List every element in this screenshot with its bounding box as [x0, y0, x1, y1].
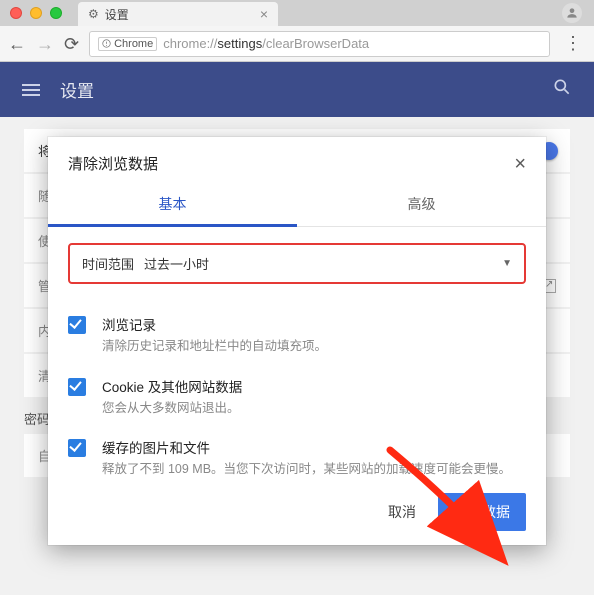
menu-icon[interactable] — [22, 84, 40, 96]
page-title: 设置 — [60, 77, 94, 102]
secure-label: Chrome — [114, 38, 153, 50]
tab-advanced[interactable]: 高级 — [297, 182, 546, 226]
option-cache[interactable]: 缓存的图片和文件 释放了不到 109 MB。当您下次访问时，某些网站的加载速度可… — [68, 427, 526, 489]
address-bar[interactable]: Chrome chrome://settings/clearBrowserDat… — [89, 31, 550, 57]
window-controls — [10, 7, 62, 19]
chevron-down-icon: ▼ — [502, 258, 512, 269]
option-desc: 清除历史记录和地址栏中的自动填充项。 — [102, 338, 327, 356]
secure-badge: Chrome — [98, 37, 157, 51]
browser-toolbar: ← → ⟳ Chrome chrome://settings/clearBrow… — [0, 26, 594, 62]
maximize-window-icon[interactable] — [50, 7, 62, 19]
option-title: Cookie 及其他网站数据 — [102, 376, 242, 396]
option-cookies[interactable]: Cookie 及其他网站数据 您会从大多数网站退出。 — [68, 366, 526, 428]
close-icon[interactable]: × — [514, 154, 526, 174]
profile-avatar-icon[interactable] — [562, 3, 582, 23]
tab-strip: ⚙ 设置 × — [0, 0, 594, 26]
option-browsing-history[interactable]: 浏览记录 清除历史记录和地址栏中的自动填充项。 — [68, 304, 526, 366]
browser-menu-icon[interactable]: ⋮ — [560, 33, 586, 54]
cancel-button[interactable]: 取消 — [382, 494, 422, 530]
tab-title: 设置 — [105, 6, 129, 23]
browser-tab[interactable]: ⚙ 设置 × — [78, 2, 278, 26]
option-title: 缓存的图片和文件 — [102, 437, 511, 457]
checkbox-checked-icon[interactable] — [68, 378, 86, 396]
tab-basic[interactable]: 基本 — [48, 182, 297, 226]
dialog-tabs: 基本 高级 — [48, 182, 546, 227]
dialog-title: 清除浏览数据 — [68, 153, 158, 174]
gear-icon: ⚙ — [88, 7, 99, 21]
option-desc: 释放了不到 109 MB。当您下次访问时，某些网站的加载速度可能会更慢。 — [102, 461, 511, 479]
back-button[interactable]: ← — [8, 35, 26, 53]
forward-button: → — [36, 35, 54, 53]
clear-data-dialog: 清除浏览数据 × 基本 高级 时间范围 过去一小时 ▼ 浏览记录 清除历史记录和… — [48, 137, 546, 545]
url-text: chrome://settings/clearBrowserData — [163, 36, 369, 51]
option-desc: 您会从大多数网站退出。 — [102, 400, 242, 418]
time-range-select[interactable]: 时间范围 过去一小时 ▼ — [68, 243, 526, 284]
option-title: 浏览记录 — [102, 314, 327, 334]
checkbox-checked-icon[interactable] — [68, 439, 86, 457]
time-range-label: 时间范围 — [82, 254, 134, 273]
close-window-icon[interactable] — [10, 7, 22, 19]
time-range-value: 过去一小时 — [144, 254, 209, 273]
reload-button[interactable]: ⟳ — [64, 35, 79, 53]
modal-scrim: 清除浏览数据 × 基本 高级 时间范围 过去一小时 ▼ 浏览记录 清除历史记录和… — [0, 117, 594, 595]
minimize-window-icon[interactable] — [30, 7, 42, 19]
tab-close-icon[interactable]: × — [260, 6, 268, 22]
checkbox-checked-icon[interactable] — [68, 316, 86, 334]
clear-data-button[interactable]: 清除数据 — [438, 493, 526, 531]
settings-header: 设置 — [0, 62, 594, 117]
search-icon[interactable] — [552, 77, 572, 102]
